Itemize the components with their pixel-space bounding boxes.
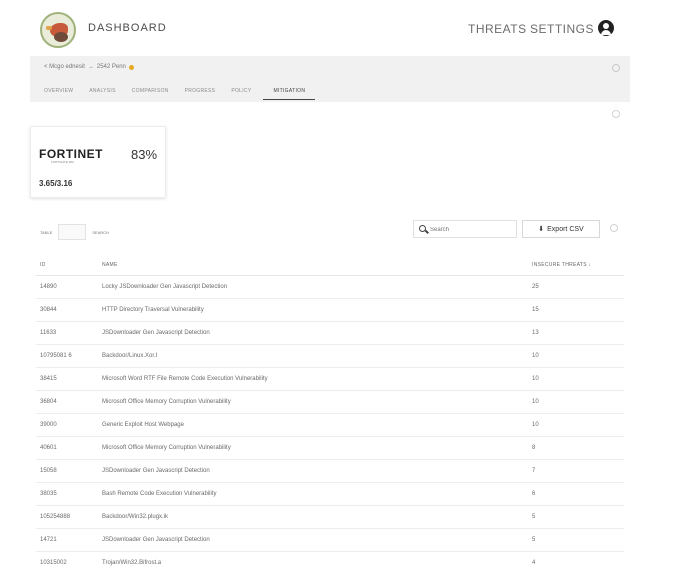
column-header-insecure-threats[interactable]: INSECURE THREATS ↓ [532,262,591,268]
app-header: DASHBOARD THREATS SETTINGS [0,0,676,56]
cell-name: Locky JSDownloader Gen Javascript Detect… [102,284,228,290]
table-header: ID NAME INSECURE THREATS ↓ [36,256,624,276]
table-row[interactable]: 14721 JSDownloader Gen Javascript Detecti… [36,529,624,552]
table-row[interactable]: 38035 Bash Remote Code Execution Vulnerab… [36,483,624,506]
cell-id: 14890 [40,284,57,290]
table-row[interactable]: 10315002 Trojan/Win32.Bifrost.a 4 [36,552,624,573]
vendor-logo: FORTINET [39,147,103,161]
cell-name: JSDownloader Gen Javascript Detection [102,330,210,336]
tab-analysis[interactable]: ANALYSIS [89,88,125,100]
table-length-suffix: SEARCH [92,229,110,235]
breadcrumb-arrow-icon: → [87,64,94,70]
cell-name: Microsoft Office Memory Corruption Vulne… [102,399,231,405]
cell-count: 25 [532,284,539,290]
table-row[interactable]: 38415 Microsoft Word RTF File Remote Code… [36,368,624,391]
table-length-label: TABLE [40,229,53,235]
cell-id: 15058 [40,468,57,474]
breadcrumb: < Mcgo ednesit → 2542 Penn [44,64,134,70]
threats-table-body: 14890 Locky JSDownloader Gen Javascript D… [36,276,624,573]
cell-count: 6 [532,491,536,497]
cell-id: 39000 [40,422,57,428]
table-row[interactable]: 39000 Generic Exploit Host Webpage 10 [36,414,624,437]
column-header-id[interactable]: ID [40,262,46,268]
tab-policy[interactable]: POLICY [231,88,261,100]
cell-count: 5 [532,514,536,520]
table-length-control: TABLE SEARCH [40,224,109,240]
cell-name: Trojan/Win32.Bifrost.a [102,560,162,566]
cell-id: 38415 [40,376,57,382]
table-row[interactable]: 40601 Microsoft Office Memory Corruption … [36,437,624,460]
bird-beak-icon [46,26,52,30]
cell-count: 8 [532,445,536,451]
nav-threats-link[interactable]: THREATS [468,22,527,36]
nav-settings-link[interactable]: SETTINGS [530,22,594,36]
app-title: DASHBOARD [88,22,167,34]
cell-id: 10795081 6 [40,353,72,359]
table-row[interactable]: 105254888 Backdoor/Win32.plugx.ik 5 [36,506,624,529]
table-row[interactable]: 10795081 6 Backdoor/Linux.Xor.I 10 [36,345,624,368]
table-settings-gear-icon[interactable] [610,224,618,232]
table-row[interactable]: 11633 JSDownloader Gen Javascript Detecti… [36,322,624,345]
cell-id: 40601 [40,445,57,451]
cell-id: 105254888 [40,514,71,520]
cell-name: Backdoor/Win32.plugx.ik [102,514,169,520]
tab-bar: OVERVIEW ANALYSIS COMPARISON PROGRESS PO… [44,88,321,100]
cell-count: 10 [532,353,539,359]
settings-gear-icon[interactable] [612,64,620,72]
tab-progress[interactable]: PROGRESS [185,88,226,100]
vendor-score: 83% [131,147,158,162]
cell-count: 10 [532,376,539,382]
cell-count: 10 [532,399,539,405]
tab-mitigation[interactable]: MITIGATION [263,88,316,100]
cell-count: 13 [532,330,539,336]
export-csv-button[interactable]: ⬇ Export CSV [522,220,600,238]
cell-name: Microsoft Office Memory Corruption Vulne… [102,445,231,451]
cell-count: 15 [532,307,539,313]
cell-name: JSDownloader Gen Javascript Detection [102,537,210,543]
cell-name: JSDownloader Gen Javascript Detection [102,468,210,474]
breadcrumb-back-link[interactable]: < Mcgo ednesit [44,64,85,70]
export-csv-label: Export CSV [547,225,584,233]
table-row[interactable]: 15058 JSDownloader Gen Javascript Detecti… [36,460,624,483]
tab-overview[interactable]: OVERVIEW [44,88,83,100]
cell-count: 10 [532,422,539,428]
cell-id: 14721 [40,537,57,543]
breadcrumb-current: 2542 Penn [96,64,126,70]
cell-count: 4 [532,560,536,566]
cell-name: HTTP Directory Traversal Vulnerability [102,307,204,313]
app-logo[interactable] [40,12,76,48]
cell-name: Microsoft Word RTF File Remote Code Exec… [102,376,268,382]
search-input[interactable] [430,224,514,235]
download-icon: ⬇ [538,226,545,233]
table-row[interactable]: 36804 Microsoft Office Memory Corruption … [36,391,624,414]
cell-id: 30844 [40,307,57,313]
search-icon [419,225,426,232]
status-dot-icon [128,64,134,70]
cell-name: Backdoor/Linux.Xor.I [102,353,158,359]
table-row[interactable]: 14890 Locky JSDownloader Gen Javascript D… [36,276,624,299]
search-box[interactable] [413,220,517,238]
cell-name: Bash Remote Code Execution Vulnerability [102,491,217,497]
cell-id: 11633 [40,330,57,336]
table-length-select[interactable] [58,224,87,240]
bird-body-icon [54,32,68,42]
table-row[interactable]: 30844 HTTP Directory Traversal Vulnerabil… [36,299,624,322]
vendor-logo-subtitle: FORTIGATE 900 [51,160,74,164]
user-account-icon[interactable] [598,20,614,36]
tab-comparison[interactable]: COMPARISON [132,88,179,100]
sub-header: < Mcgo ednesit → 2542 Penn OVERVIEW ANAL… [30,56,630,102]
cell-id: 36804 [40,399,57,405]
vendor-card[interactable]: FORTINET FORTIGATE 900 83% 3.65/3.16 [30,126,166,198]
panel-gear-icon[interactable] [612,110,620,118]
cell-id: 38035 [40,491,57,497]
cell-id: 10315002 [40,560,67,566]
column-header-name[interactable]: NAME [102,262,118,268]
vendor-ratio: 3.65/3.16 [39,179,73,188]
cell-count: 5 [532,537,536,543]
cell-name: Generic Exploit Host Webpage [102,422,184,428]
cell-count: 7 [532,468,536,474]
